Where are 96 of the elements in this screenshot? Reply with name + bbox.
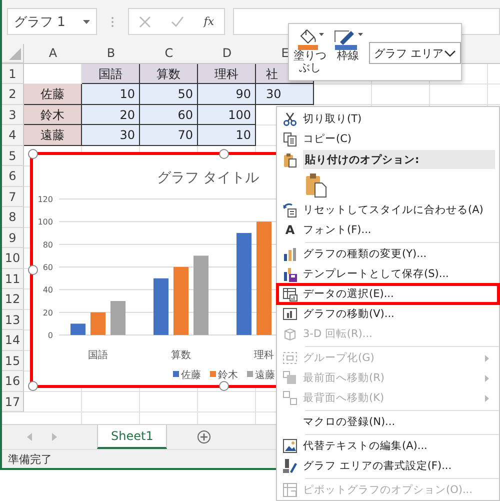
font-icon: A (285, 223, 295, 237)
axis-tick-label: 100 (38, 218, 53, 227)
legend-item: 佐藤 (173, 370, 201, 381)
legend-item: 鈴木 (210, 370, 238, 381)
row-header[interactable]: 1 (2, 64, 24, 84)
send-back-icon (282, 390, 298, 406)
bar (90, 312, 106, 335)
name-box[interactable]: グラフ 1 (7, 8, 97, 36)
legend-label: 遠藤 (255, 369, 275, 381)
row-header[interactable]: 7 (2, 186, 24, 208)
move-chart-icon (282, 306, 298, 322)
table-cell: 90 (198, 84, 256, 105)
scissors-icon (282, 111, 298, 127)
row-header[interactable]: 10 (2, 248, 24, 269)
row-header[interactable]: 17 (2, 392, 24, 412)
chevron-down-icon (444, 50, 456, 56)
chart-title: グラフ タイトル (156, 170, 260, 186)
paint-bucket-icon (295, 28, 325, 50)
table-cell: 50 (140, 84, 198, 105)
image-icon (282, 438, 298, 454)
axis-tick-label: 20 (42, 308, 53, 318)
row-header[interactable]: 15 (2, 350, 24, 372)
axis-tick-label: 0 (48, 331, 53, 340)
row-header[interactable]: 5 (2, 146, 24, 166)
table-cell: 10 (198, 125, 256, 146)
legend-item: 遠藤 (247, 370, 275, 381)
bar (174, 267, 188, 335)
category-label: 理科 (254, 350, 274, 361)
chart-element-dropdown[interactable]: グラフ エリア (369, 42, 460, 64)
row-header[interactable]: 6 (2, 166, 24, 187)
menu-item[interactable]: コピー(C) (277, 129, 499, 149)
bar-chart-icon (282, 246, 298, 262)
table-chart-icon (282, 286, 298, 302)
check-icon[interactable] (170, 16, 184, 28)
menu-item[interactable]: マクロの登録(N)... (277, 412, 499, 432)
column-header[interactable]: A (48, 46, 58, 60)
axis-tick-label: 40 (42, 286, 53, 295)
row-header[interactable]: 12 (2, 289, 24, 310)
table-cell: 30 (256, 84, 314, 105)
table-cell: 20 (82, 104, 140, 126)
table-cell: 60 (140, 104, 198, 126)
group-icon (282, 350, 298, 366)
menu-item[interactable]: グラフ エリアの書式設定(F)... (277, 456, 499, 476)
menu-item[interactable]: 代替テキストの編集(A)... (277, 436, 499, 456)
chart-save-icon (282, 266, 298, 282)
add-sheet-icon[interactable] (197, 430, 212, 444)
sheet-tab[interactable]: Sheet1 (97, 425, 168, 450)
cube-icon (282, 326, 298, 342)
row-header[interactable]: 16 (2, 371, 24, 392)
table-cell: 佐藤 (24, 84, 82, 105)
brush-icon (282, 458, 298, 474)
table-cell: 理科 (198, 64, 256, 84)
table-cell: 鈴木 (24, 104, 82, 126)
row-header[interactable]: 11 (2, 268, 24, 290)
section-header: 貼り付けのオプション: (303, 150, 495, 169)
table-cell: 30 (82, 125, 140, 146)
legend-label: 佐藤 (181, 369, 201, 381)
axis-tick-label: 120 (38, 195, 53, 204)
table-cell: 100 (198, 104, 256, 126)
clipboard-icon (282, 152, 298, 168)
status-text: 準備完了 (8, 452, 52, 467)
row-header[interactable]: 13 (2, 310, 24, 330)
row-header[interactable]: 14 (2, 330, 24, 351)
bar (110, 301, 126, 335)
row-header[interactable]: 9 (2, 228, 24, 248)
column-header[interactable]: B (106, 46, 116, 60)
row-header[interactable]: 2 (2, 84, 24, 105)
menu-item[interactable]: 切り取り(T) (277, 109, 499, 129)
table-cell: 10 (82, 84, 140, 105)
caret-icon (83, 20, 90, 24)
reset-icon (282, 202, 298, 218)
bar (70, 324, 86, 335)
pen-icon (332, 28, 364, 50)
row-header[interactable]: 3 (2, 104, 24, 126)
column-header[interactable]: C (164, 46, 174, 60)
outline-button[interactable]: 枠線 (331, 28, 365, 62)
clipboard-icon[interactable] (305, 172, 327, 198)
column-header[interactable]: E (281, 46, 289, 60)
bar (154, 278, 168, 335)
category-label: 国語 (88, 350, 108, 361)
table-cell: 算数 (140, 64, 198, 84)
column-header[interactable]: D (222, 46, 232, 60)
axis-tick-label: 60 (42, 263, 53, 272)
pivot-table-icon (282, 482, 298, 498)
table-cell: 70 (140, 125, 198, 146)
copy-icon (282, 131, 298, 147)
bring-front-icon (282, 370, 298, 386)
table-cell: 国語 (82, 64, 140, 84)
row-header[interactable]: 4 (2, 125, 24, 146)
insert-function-button[interactable]: fx (204, 15, 214, 28)
axis-tick-label: 80 (42, 240, 53, 250)
category-label: 算数 (171, 350, 191, 361)
drag-handle-icon[interactable] (111, 16, 114, 28)
table-cell: 遠藤 (24, 125, 82, 146)
row-header[interactable]: 8 (2, 207, 24, 228)
legend-label: 鈴木 (218, 369, 238, 381)
